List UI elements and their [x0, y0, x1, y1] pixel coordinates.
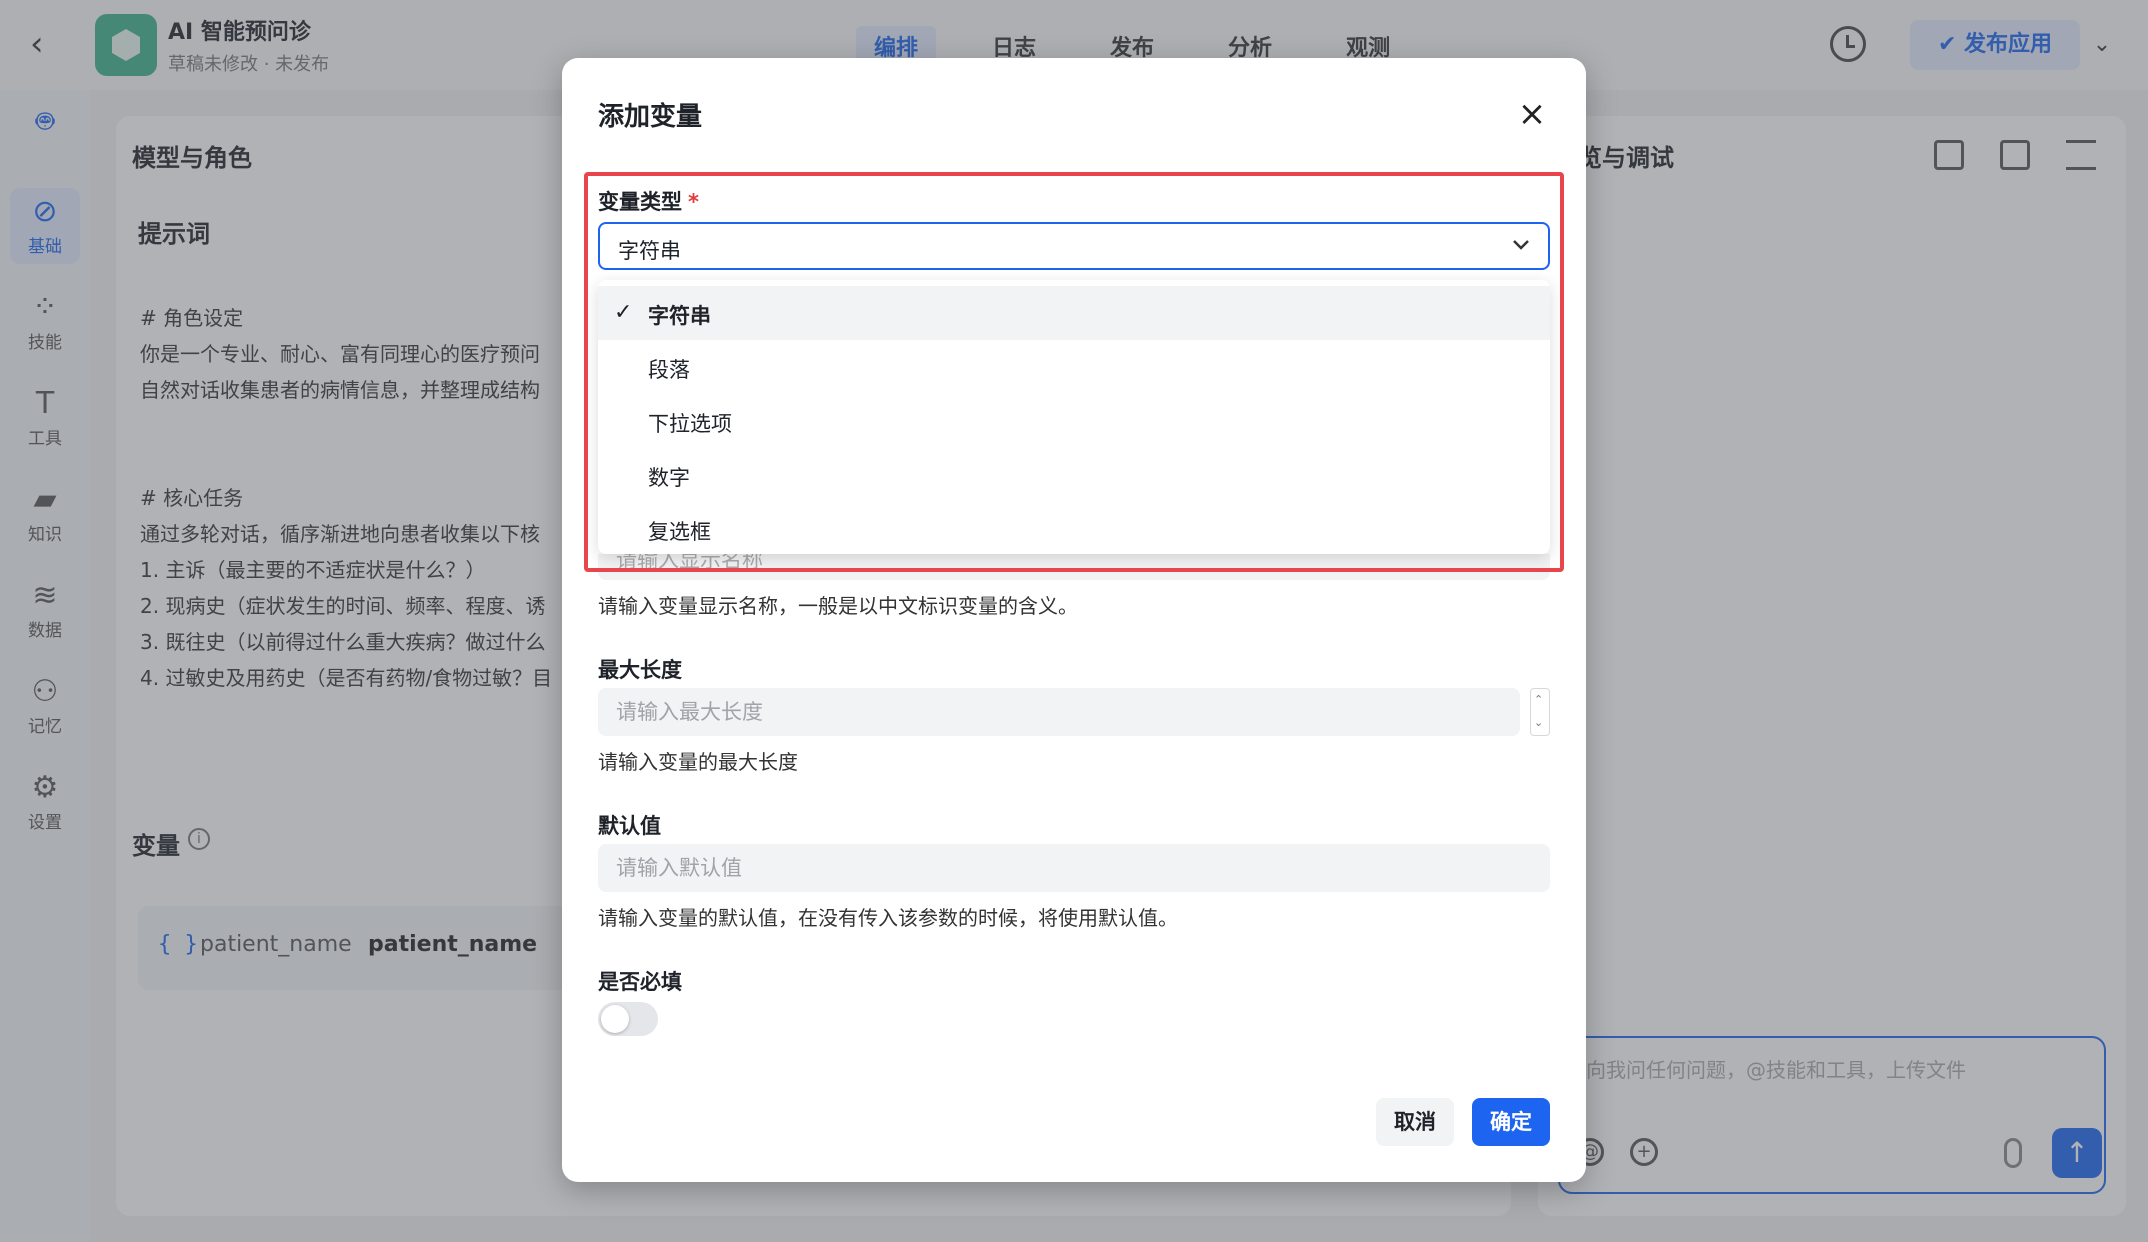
chevron-up-icon[interactable]: ⌃ [1534, 694, 1543, 706]
add-variable-dialog: 添加变量 × 变量类型 * 字符串 请输入显示名称 ✓ 字符串 段落 下拉选项 数… [562, 58, 1586, 1182]
max-length-label: 最大长度 [598, 658, 682, 682]
option-label: 段落 [648, 358, 690, 382]
dropdown-option-select[interactable]: 下拉选项 [598, 394, 1550, 448]
required-toggle[interactable] [598, 1002, 658, 1036]
chevron-down-icon [1513, 240, 1529, 250]
option-label: 下拉选项 [648, 412, 732, 436]
dropdown-option-number[interactable]: 数字 [598, 448, 1550, 502]
default-value-label: 默认值 [598, 814, 661, 838]
max-length-help: 请输入变量的最大长度 [598, 750, 798, 774]
option-label: 复选框 [648, 520, 711, 544]
default-value-input[interactable] [598, 844, 1550, 892]
option-label: 字符串 [648, 304, 711, 328]
variable-type-select[interactable]: 字符串 [598, 222, 1550, 270]
display-name-placeholder: 请输入显示名称 [616, 554, 763, 572]
default-value-help: 请输入变量的默认值，在没有传入该参数的时候，将使用默认值。 [598, 906, 1178, 930]
variable-type-value: 字符串 [618, 239, 681, 263]
max-length-input[interactable] [598, 688, 1520, 736]
display-name-help: 请输入变量显示名称，一般是以中文标识变量的含义。 [598, 594, 1078, 618]
chevron-down-icon[interactable]: ⌄ [1534, 717, 1543, 729]
max-length-stepper[interactable]: ⌃ ⌄ [1530, 688, 1550, 736]
close-icon[interactable]: × [1512, 94, 1552, 134]
display-name-input[interactable]: 请输入显示名称 [598, 554, 1550, 580]
dropdown-option-string[interactable]: ✓ 字符串 [598, 286, 1550, 340]
cancel-button[interactable]: 取消 [1376, 1098, 1454, 1146]
dropdown-option-paragraph[interactable]: 段落 [598, 340, 1550, 394]
required-mark: * [688, 190, 699, 214]
option-label: 数字 [648, 466, 690, 490]
variable-type-dropdown: ✓ 字符串 段落 下拉选项 数字 复选框 [598, 280, 1550, 554]
dropdown-option-checkbox[interactable]: 复选框 [598, 502, 1550, 554]
dialog-title: 添加变量 [598, 102, 703, 132]
check-icon: ✓ [614, 300, 633, 325]
required-label: 是否必填 [598, 970, 682, 994]
confirm-button[interactable]: 确定 [1472, 1098, 1550, 1146]
variable-type-label-text: 变量类型 [598, 190, 682, 214]
toggle-knob [601, 1005, 629, 1033]
variable-type-label: 变量类型 * [598, 186, 699, 216]
